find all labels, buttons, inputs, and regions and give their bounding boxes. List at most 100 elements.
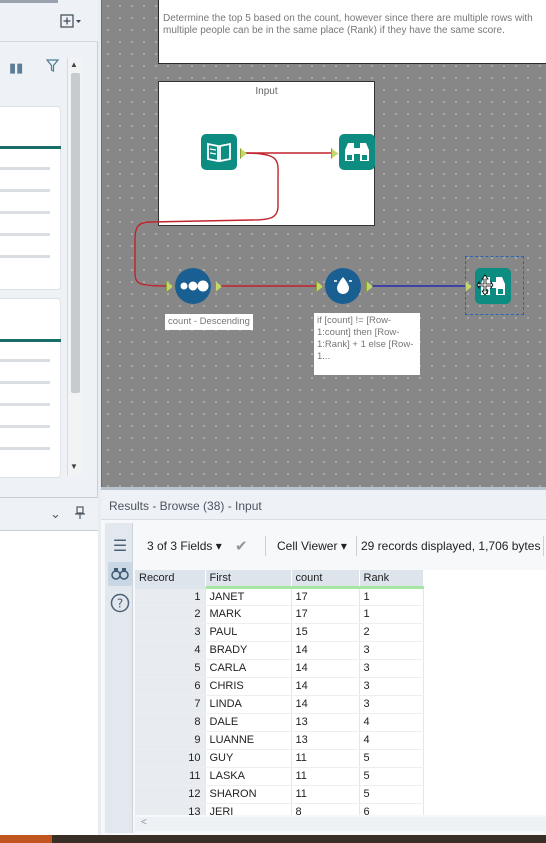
results-toolbar: 3 of 3 Fields ▾ ✔ Cell Viewer ▾ 29 recor… [135, 530, 546, 562]
field-card-1 [0, 106, 61, 290]
add-panel-button[interactable] [60, 14, 82, 28]
scrollbar-thumb[interactable] [71, 73, 80, 393]
table-cell: SHARON [205, 785, 292, 804]
filter-icon[interactable] [45, 59, 60, 75]
table-row[interactable]: 5 CARLA 14 3 [135, 659, 424, 678]
column-header-first[interactable]: First [205, 570, 292, 589]
table-cell: 3 [135, 623, 206, 642]
table-cell: 13 [135, 803, 206, 815]
svg-text:?: ? [117, 597, 123, 611]
column-header-rank[interactable]: Rank [359, 570, 424, 589]
book-icon [207, 142, 231, 163]
placeholder-line [0, 189, 50, 192]
table-cell: 11 [135, 767, 206, 786]
table-cell: 3 [359, 677, 424, 696]
table-cell: 2 [135, 605, 206, 624]
table-row[interactable]: 9 LUANNE 13 4 [135, 731, 424, 750]
formula-tool-annotation: if [count] != [Row-1:count] then [Row-1:… [314, 313, 420, 375]
table-cell: 8 [135, 713, 206, 732]
scroll-down-icon[interactable]: ▼ [70, 462, 78, 471]
table-row[interactable]: 7 LINDA 14 3 [135, 695, 424, 714]
alteryx-window: ▮▮ ▲ ▼ ⌄ Determine the top 5 based on th… [0, 0, 546, 843]
add-panel-icon [60, 14, 81, 28]
input-data-tool[interactable] [201, 134, 237, 170]
comment-tool[interactable]: Determine the top 5 based on the count, … [158, 0, 546, 64]
results-table: Record First count Rank 1 JANET 17 1 2 MARK 17 1 3 P… [135, 570, 424, 815]
toolbar-separator [543, 536, 544, 556]
table-row[interactable]: 2 MARK 17 1 [135, 605, 424, 624]
column-header-record[interactable]: Record [135, 570, 206, 589]
table-cell: JERI [205, 803, 292, 815]
cell-viewer-dropdown[interactable]: Cell Viewer ▾ [277, 539, 347, 553]
sort-tool[interactable] [175, 268, 211, 304]
table-cell: LASKA [205, 767, 292, 786]
fields-selector[interactable]: 3 of 3 Fields ▾ [147, 539, 222, 553]
table-cell: 3 [359, 659, 424, 678]
table-cell: 5 [359, 749, 424, 768]
card-accent [0, 146, 61, 149]
input-anchor[interactable] [166, 281, 173, 292]
table-cell: 17 [291, 605, 360, 624]
placeholder-line [0, 447, 50, 450]
scroll-up-icon[interactable]: ▲ [70, 60, 78, 69]
results-header: Results - Browse (38) - Input [101, 490, 546, 520]
binoculars-icon[interactable] [108, 562, 132, 586]
table-row[interactable]: 12 SHARON 11 5 [135, 785, 424, 804]
table-cell: JANET [205, 587, 292, 606]
table-cell: 11 [291, 767, 360, 786]
table-row[interactable]: 10 GUY 11 5 [135, 749, 424, 768]
table-cell: MARK [205, 605, 292, 624]
table-cell: 4 [135, 641, 206, 660]
table-cell: LINDA [205, 695, 292, 714]
sort-icon [180, 280, 209, 292]
table-cell: CHRIS [205, 677, 292, 696]
chevron-down-icon[interactable]: ⌄ [50, 506, 61, 522]
left-panel-scrollbar[interactable]: ▲ ▼ [67, 58, 82, 476]
bar-chart-icon[interactable]: ▮▮ [9, 60, 23, 76]
table-row[interactable]: 11 LASKA 11 5 [135, 767, 424, 786]
move-cursor-icon [476, 274, 494, 296]
horizontal-scrollbar[interactable]: < [135, 817, 546, 831]
scroll-left-icon[interactable]: < [141, 817, 147, 828]
table-row[interactable]: 1 JANET 17 1 [135, 587, 424, 606]
table-cell: 15 [291, 623, 360, 642]
table-cell: 3 [359, 641, 424, 660]
table-cell: 6 [359, 803, 424, 815]
workflow-canvas[interactable]: Determine the top 5 based on the count, … [101, 0, 546, 487]
placeholder-line [0, 381, 50, 384]
table-cell: 2 [359, 623, 424, 642]
panel-toolbar: ▮▮ [0, 56, 70, 82]
records-info: 29 records displayed, 1,706 bytes [361, 539, 541, 553]
results-title: Results - Browse (38) - Input [109, 499, 262, 513]
table-cell: 6 [135, 677, 206, 696]
dock-bar: ⌄ [0, 497, 98, 531]
results-grid[interactable]: Record First count Rank 1 JANET 17 1 2 MARK 17 1 3 P… [135, 570, 546, 815]
table-cell: 14 [291, 641, 360, 660]
connection-wires [134, 152, 468, 287]
column-header-count[interactable]: count [291, 570, 360, 589]
pin-icon[interactable] [74, 506, 86, 523]
table-cell: 1 [135, 587, 206, 606]
table-row[interactable]: 3 PAUL 15 2 [135, 623, 424, 642]
placeholder-line [0, 425, 50, 428]
table-cell: 3 [359, 695, 424, 714]
help-icon[interactable]: ? [108, 591, 132, 615]
table-row[interactable]: 13 JERI 8 6 [135, 803, 424, 815]
list-icon[interactable]: ☰ [108, 535, 132, 559]
input-anchor[interactable] [316, 281, 323, 292]
table-row[interactable]: 8 DALE 13 4 [135, 713, 424, 732]
table-cell: 8 [291, 803, 360, 815]
taskbar-accent [0, 835, 52, 843]
output-anchor[interactable] [215, 281, 222, 292]
output-anchor[interactable] [366, 281, 373, 292]
table-cell: 11 [291, 785, 360, 804]
browse-tool-1[interactable] [339, 134, 375, 170]
table-row[interactable]: 4 BRADY 14 3 [135, 641, 424, 660]
table-cell: 13 [291, 713, 360, 732]
table-cell: PAUL [205, 623, 292, 642]
multi-row-formula-tool[interactable] [325, 268, 361, 304]
check-icon[interactable]: ✔ [235, 537, 248, 555]
table-row[interactable]: 6 CHRIS 14 3 [135, 677, 424, 696]
table-cell: 10 [135, 749, 206, 768]
dropdown-caret-icon: ▾ [215, 539, 222, 553]
